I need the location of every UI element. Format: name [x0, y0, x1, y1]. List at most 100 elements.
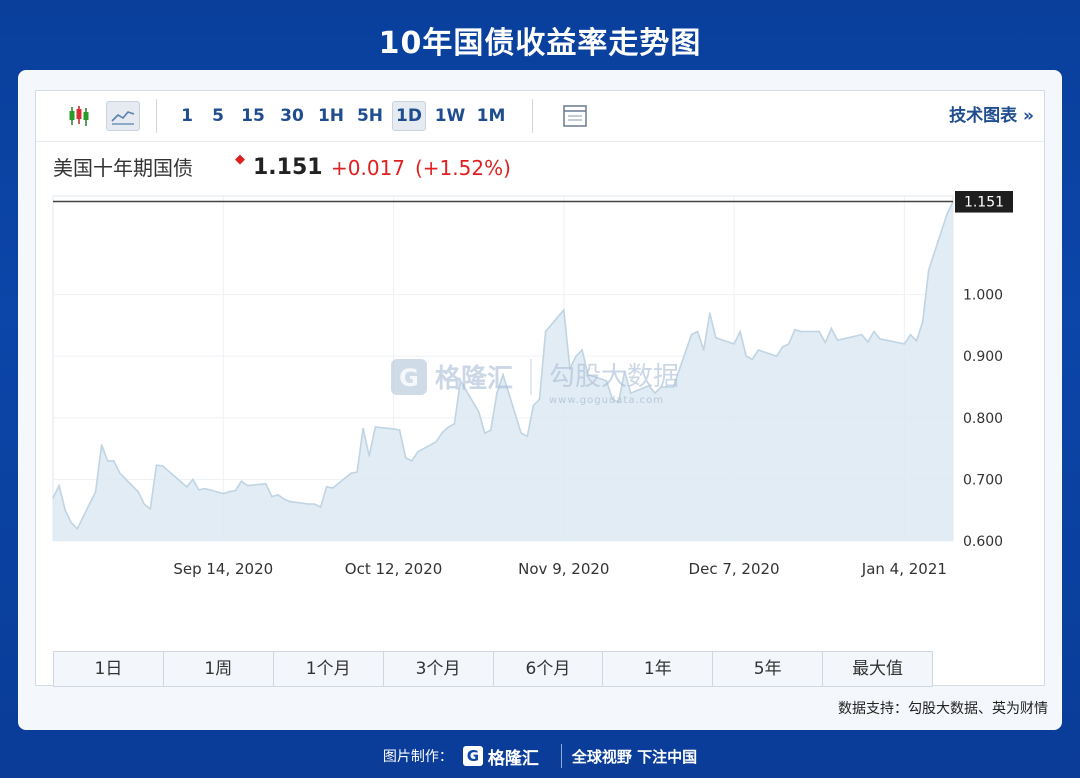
- x-tick-label: Sep 14, 2020: [173, 560, 273, 578]
- y-tick-label: 0.700: [963, 472, 1003, 488]
- data-point: [137, 490, 139, 493]
- data-point: [538, 398, 541, 401]
- data-point: [824, 341, 827, 344]
- data-point: [289, 500, 291, 503]
- data-point: [58, 484, 60, 487]
- interval-1m[interactable]: 1M: [474, 101, 508, 131]
- data-point: [76, 527, 79, 530]
- data-point: [240, 480, 243, 483]
- data-point: [404, 457, 407, 459]
- range-button-0[interactable]: 1日: [54, 652, 164, 686]
- footer-brand: 格隆汇: [487, 748, 539, 769]
- data-point: [392, 428, 395, 430]
- data-point: [192, 478, 194, 481]
- range-button-4[interactable]: 6个月: [494, 652, 604, 686]
- data-point: [836, 339, 839, 341]
- data-point: [161, 465, 164, 467]
- interval-5[interactable]: 5: [205, 101, 231, 131]
- data-point: [52, 497, 54, 499]
- candlestick-icon[interactable]: [62, 101, 96, 131]
- interval-1[interactable]: 1: [174, 101, 200, 131]
- chart-card: 技术图表 » 1 5 15 30 1H 5H 1D 1W 1M 美国十年期国债 ◆ 1.151 …: [18, 70, 1062, 730]
- data-point: [441, 431, 443, 434]
- data-point: [830, 327, 833, 330]
- data-point: [246, 484, 249, 487]
- data-point: [222, 492, 225, 495]
- data-point: [149, 508, 152, 510]
- data-point: [696, 330, 699, 333]
- data-point: [788, 343, 790, 345]
- range-button-7[interactable]: 最大值: [823, 652, 932, 686]
- watermark-brand: 格隆汇: [435, 363, 513, 394]
- data-point: [654, 392, 656, 394]
- y-tick-label: 0.600: [963, 534, 1003, 550]
- data-point: [100, 444, 103, 446]
- data-point: [94, 490, 97, 493]
- footer: 图片制作： G 格隆汇 全球视野 下注中国: [0, 738, 1080, 774]
- data-point: [143, 503, 146, 505]
- data-point: [879, 338, 881, 340]
- last-price-label: 1.151: [964, 195, 1004, 211]
- y-tick-label: 0.800: [963, 411, 1003, 427]
- range-selector: 1日 1周 1个月 3个月 6个月 1年 5年 最大值: [53, 651, 933, 687]
- line-chart-icon[interactable]: [106, 101, 140, 131]
- data-point: [185, 485, 188, 488]
- data-point: [368, 455, 371, 457]
- yield-chart[interactable]: 1.151 0.600 0.700 0.800 0.900 1.000 Sep 14, 20…: [36, 191, 1044, 591]
- watermark-logo-letter: G: [399, 364, 419, 392]
- data-point: [64, 509, 66, 511]
- data-point: [356, 471, 358, 473]
- range-button-2[interactable]: 1个月: [274, 652, 384, 686]
- layout-icon[interactable]: [558, 101, 592, 131]
- x-tick-label: Oct 12, 2020: [345, 560, 443, 578]
- data-point: [490, 429, 492, 431]
- tech-chart-link[interactable]: 技术图表 »: [949, 101, 1034, 131]
- watermark-partner: 勾股大数据: [549, 362, 679, 392]
- data-point: [204, 487, 206, 490]
- interval-5h[interactable]: 5H: [353, 101, 387, 131]
- data-point: [477, 410, 480, 413]
- footer-label: 图片制作：: [382, 749, 453, 765]
- data-point: [867, 341, 869, 343]
- data-point: [629, 392, 632, 394]
- x-tick-label: Dec 7, 2020: [689, 560, 780, 578]
- toolbar-separator: [156, 99, 157, 133]
- data-point: [319, 506, 322, 508]
- data-point: [228, 490, 231, 493]
- data-point: [873, 330, 875, 333]
- range-button-5[interactable]: 1年: [603, 652, 714, 686]
- data-point: [739, 330, 741, 333]
- data-point: [702, 349, 705, 351]
- data-point: [453, 423, 456, 425]
- data-point: [307, 503, 310, 505]
- interval-30[interactable]: 30: [275, 101, 309, 131]
- data-point: [544, 330, 547, 333]
- data-point: [563, 309, 565, 311]
- data-point: [921, 321, 924, 324]
- interval-15[interactable]: 15: [236, 101, 270, 131]
- range-button-3[interactable]: 3个月: [384, 652, 494, 686]
- data-point: [417, 450, 419, 453]
- data-point: [927, 269, 930, 271]
- data-point: [398, 429, 401, 431]
- data-point: [374, 426, 377, 428]
- data-point: [70, 521, 73, 524]
- data-point: [435, 441, 437, 443]
- y-tick-label: 1.000: [963, 288, 1003, 304]
- data-point: [715, 336, 717, 339]
- range-button-1[interactable]: 1周: [164, 652, 274, 686]
- price-change: +0.017: [331, 156, 406, 180]
- range-button-6[interactable]: 5年: [713, 652, 824, 686]
- data-point: [818, 330, 821, 333]
- last-price: 1.151: [253, 155, 323, 180]
- up-arrow-icon: ◆: [235, 152, 245, 167]
- interval-1w[interactable]: 1W: [431, 101, 469, 131]
- data-point: [483, 432, 486, 434]
- interval-1d[interactable]: 1D: [392, 101, 426, 131]
- data-point: [909, 333, 912, 336]
- data-source: 数据支持：勾股大数据、英为财情: [838, 701, 1048, 717]
- data-point: [781, 346, 784, 348]
- interval-1h[interactable]: 1H: [314, 101, 348, 131]
- data-point: [794, 328, 796, 331]
- data-point: [733, 343, 735, 345]
